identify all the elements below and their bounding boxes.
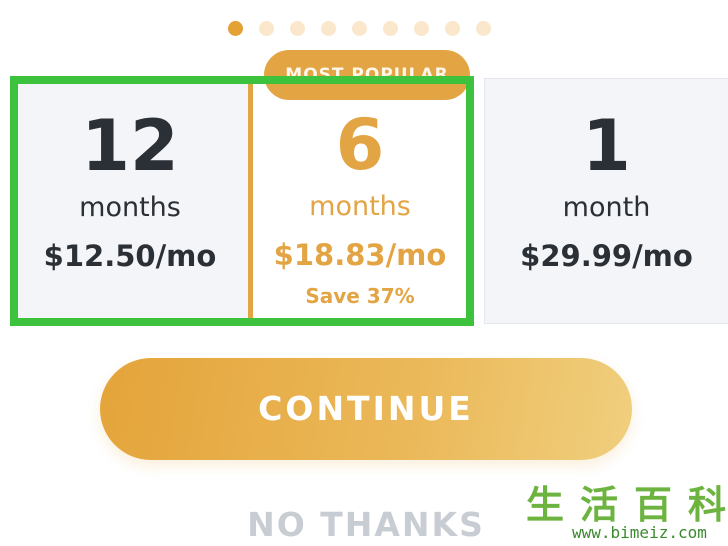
watermark-char: 生 [526, 483, 565, 527]
plan-unit: months [309, 191, 411, 222]
plan-unit: months [79, 192, 181, 223]
carousel-dots [228, 20, 508, 36]
carousel-dot[interactable] [290, 20, 305, 36]
plan-count: 12 [81, 105, 179, 187]
plan-price: $12.50/mo [43, 239, 217, 273]
plan-price: $18.83/mo [273, 238, 447, 272]
carousel-dot[interactable] [352, 20, 367, 36]
watermark-char: 百 [633, 483, 672, 527]
plan-price: $29.99/mo [520, 239, 693, 273]
carousel-dot[interactable] [476, 20, 491, 36]
site-watermark: 生 活 百 科 www.bimeiz.com [522, 484, 728, 546]
plan-count: 6 [335, 104, 385, 186]
watermark-char: 活 [579, 483, 618, 527]
carousel-dot[interactable] [383, 20, 398, 36]
carousel-dot[interactable] [228, 20, 243, 36]
plan-card-12-months[interactable]: 12 months $12.50/mo [10, 78, 250, 324]
carousel-dot[interactable] [445, 20, 460, 36]
plan-card-6-months[interactable]: 6 months $18.83/mo Save 37% [248, 78, 472, 324]
watermark-char: 科 [687, 483, 726, 527]
plan-card-1-month[interactable]: 1 month $29.99/mo [484, 78, 728, 324]
carousel-dot[interactable] [259, 20, 274, 36]
watermark-url: www.bimeiz.com [572, 523, 707, 542]
plan-count: 1 [582, 105, 631, 187]
watermark-logo-text: 生 活 百 科 [526, 484, 726, 526]
carousel-dot[interactable] [321, 20, 336, 36]
continue-button[interactable]: CONTINUE [100, 358, 632, 460]
carousel-dot[interactable] [414, 20, 429, 36]
most-popular-badge: MOST POPULAR [264, 50, 470, 100]
plan-unit: month [562, 192, 651, 223]
plan-savings: Save 37% [305, 284, 415, 308]
subscription-screen: 12 months $12.50/mo 6 months $18.83/mo S… [0, 0, 728, 546]
no-thanks-link[interactable]: NO THANKS [244, 505, 488, 545]
